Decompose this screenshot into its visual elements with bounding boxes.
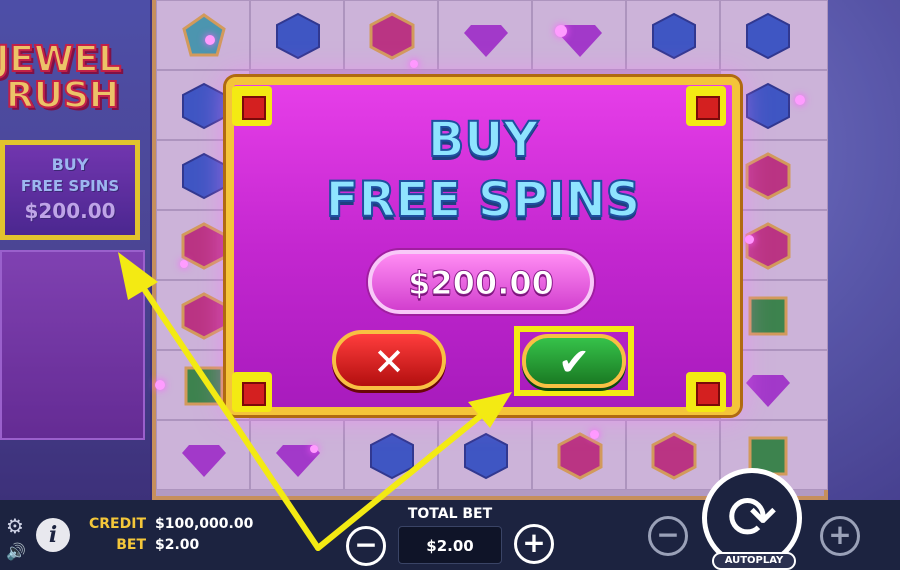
sparkle (555, 25, 567, 37)
credit-label: CREDIT (89, 516, 146, 532)
dialog-price-badge: $200.00 (368, 250, 594, 314)
dialog-title-line-1: BUY (427, 111, 539, 169)
sparkle (410, 60, 418, 68)
dialog-corner-gem-icon (232, 372, 272, 412)
total-bet-display: $2.00 (398, 526, 502, 564)
bet-label: BET (116, 537, 146, 553)
dialog-title-line-2: FREE SPINS (325, 171, 641, 229)
sparkle (590, 430, 599, 439)
gear-icon[interactable]: ⚙ (6, 514, 24, 538)
checkmark-icon: ✔ (558, 340, 590, 384)
dialog-price: $200.00 (408, 264, 555, 303)
info-button[interactable]: i (36, 518, 70, 552)
sparkle (205, 35, 215, 45)
close-icon: ✕ (373, 340, 405, 384)
autoplay-button[interactable]: AUTOPLAY (712, 552, 796, 570)
spin-arrows-icon: ⟳ (726, 483, 778, 553)
credit-value: $100,000.00 (155, 516, 254, 532)
total-bet-label: TOTAL BET (407, 506, 493, 522)
sparkle (795, 95, 805, 105)
sparkle (180, 260, 188, 268)
sparkle (155, 380, 165, 390)
sparkle (745, 235, 754, 244)
total-bet-value: $2.00 (426, 537, 474, 555)
bet-value: $2.00 (155, 537, 200, 553)
increase-button-secondary[interactable]: + (820, 516, 860, 556)
decrease-button-secondary[interactable]: − (648, 516, 688, 556)
sparkle (310, 445, 318, 453)
speaker-icon[interactable]: 🔊 (6, 542, 26, 561)
cancel-button[interactable]: ✕ (332, 330, 446, 390)
increase-bet-button[interactable]: + (514, 524, 554, 564)
decrease-bet-button[interactable]: − (346, 526, 386, 566)
dialog-corner-gem-icon (686, 372, 726, 412)
confirm-button[interactable]: ✔ (522, 334, 626, 388)
